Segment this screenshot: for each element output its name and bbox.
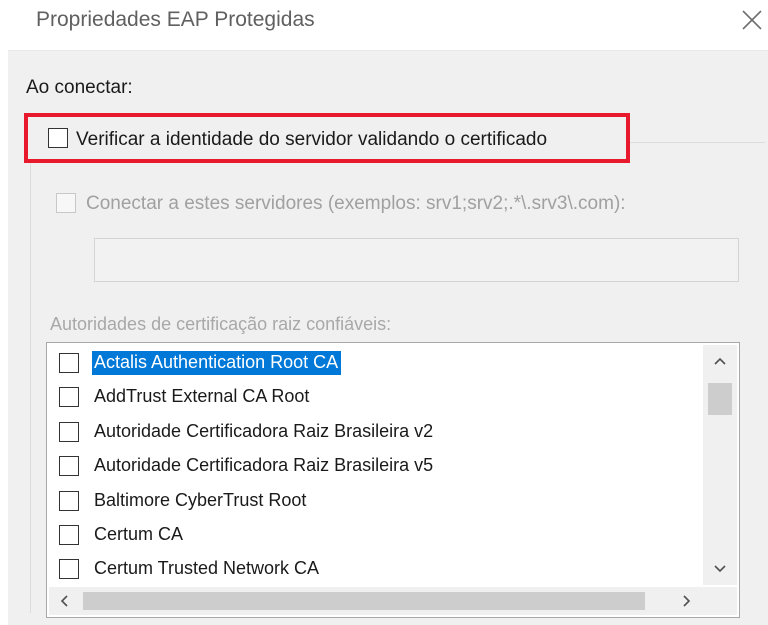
- ca-checkbox[interactable]: [59, 559, 79, 579]
- ca-item-label[interactable]: AddTrust External CA Root: [92, 385, 312, 409]
- trusted-ca-list[interactable]: Actalis Authentication Root CA AddTrust …: [46, 342, 740, 618]
- chevron-right-icon[interactable]: [683, 595, 691, 607]
- ca-item-label[interactable]: Baltimore CyberTrust Root: [92, 489, 309, 513]
- horizontal-scrollbar[interactable]: [49, 587, 703, 615]
- chevron-down-icon[interactable]: [714, 565, 726, 573]
- ca-checkbox[interactable]: [59, 422, 79, 442]
- scrollbar-corner: [703, 587, 737, 615]
- ca-item-label[interactable]: Certum Trusted Network CA: [92, 557, 322, 581]
- verify-server-checkbox[interactable]: [48, 128, 68, 148]
- dialog-title: Propriedades EAP Protegidas: [36, 8, 315, 31]
- ca-checkbox[interactable]: [59, 525, 79, 545]
- close-icon[interactable]: [740, 8, 764, 32]
- ca-checkbox[interactable]: [59, 491, 79, 511]
- servers-input[interactable]: [94, 238, 739, 282]
- list-item[interactable]: Certum CA: [47, 518, 697, 552]
- ca-checkbox[interactable]: [59, 353, 79, 373]
- ca-checkbox[interactable]: [59, 387, 79, 407]
- ca-item-label[interactable]: Certum CA: [92, 523, 186, 547]
- ca-item-label[interactable]: Autoridade Certificadora Raiz Brasileira…: [92, 420, 436, 444]
- horizontal-scroll-thumb[interactable]: [83, 592, 645, 610]
- chevron-left-icon[interactable]: [60, 595, 68, 607]
- vertical-scrollbar[interactable]: [703, 345, 737, 585]
- connection-heading: Ao conectar:: [26, 77, 133, 98]
- chevron-up-icon[interactable]: [714, 357, 726, 365]
- verify-server-label[interactable]: Verificar a identidade do servidor valid…: [76, 129, 547, 151]
- connect-servers-checkbox[interactable]: [56, 193, 76, 213]
- list-item[interactable]: Autoridade Certificadora Raiz Brasileira…: [47, 449, 697, 483]
- ca-checkbox[interactable]: [59, 456, 79, 476]
- list-item[interactable]: Actalis Authentication Root CA: [47, 346, 697, 380]
- list-item[interactable]: AddTrust External CA Root: [47, 380, 697, 414]
- list-item[interactable]: Certum Trusted Network CA: [47, 552, 697, 586]
- list-item[interactable]: Autoridade Certificadora Raiz Brasileira…: [47, 415, 697, 449]
- connect-servers-label: Conectar a estes servidores (exemplos: s…: [86, 193, 626, 214]
- ca-item-label[interactable]: Autoridade Certificadora Raiz Brasileira…: [92, 454, 436, 478]
- ca-item-label[interactable]: Actalis Authentication Root CA: [92, 351, 342, 375]
- list-item[interactable]: Baltimore CyberTrust Root: [47, 484, 697, 518]
- eap-properties-dialog: Propriedades EAP Protegidas Ao conectar:…: [0, 0, 768, 625]
- trusted-ca-heading: Autoridades de certificação raiz confiáv…: [50, 314, 392, 334]
- vertical-scroll-thumb[interactable]: [708, 383, 732, 415]
